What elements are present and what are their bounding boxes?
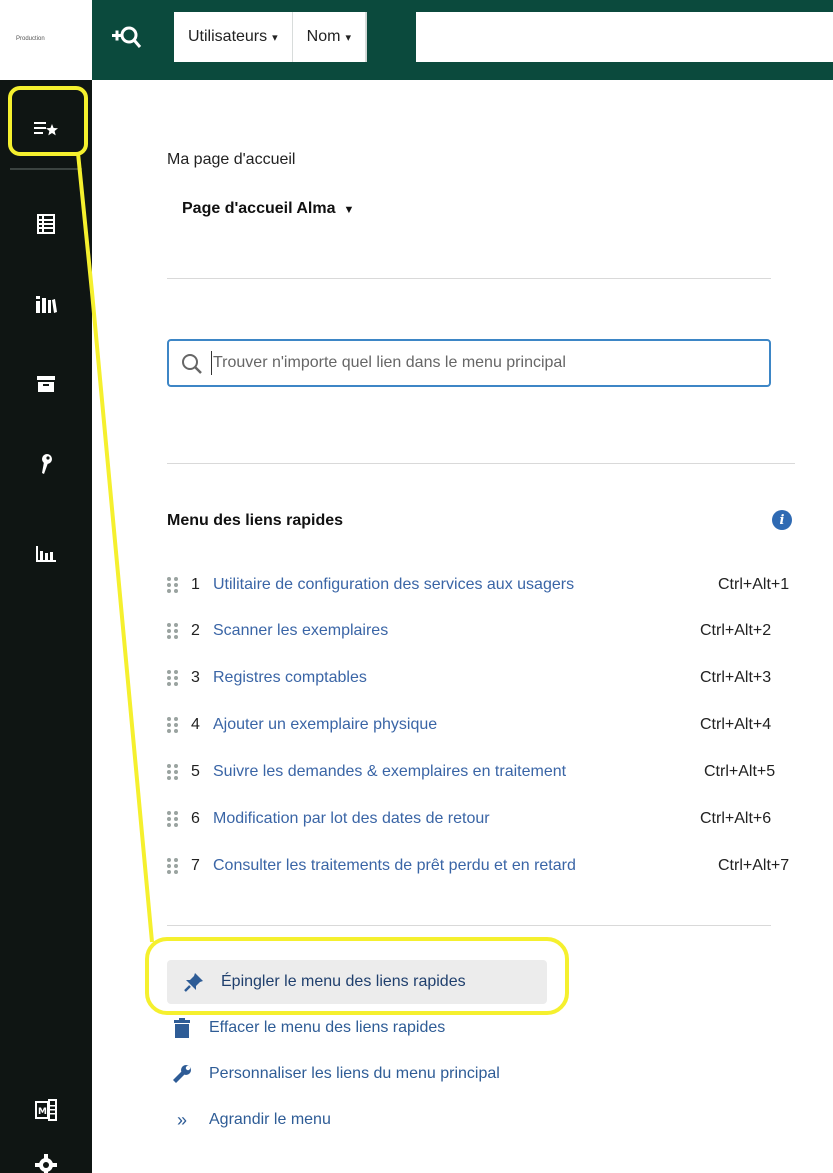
highlight-connector-line — [76, 152, 154, 943]
app-root: Production M Utilisateurs ▾ Nom ▾ Ma pag… — [0, 0, 833, 1173]
